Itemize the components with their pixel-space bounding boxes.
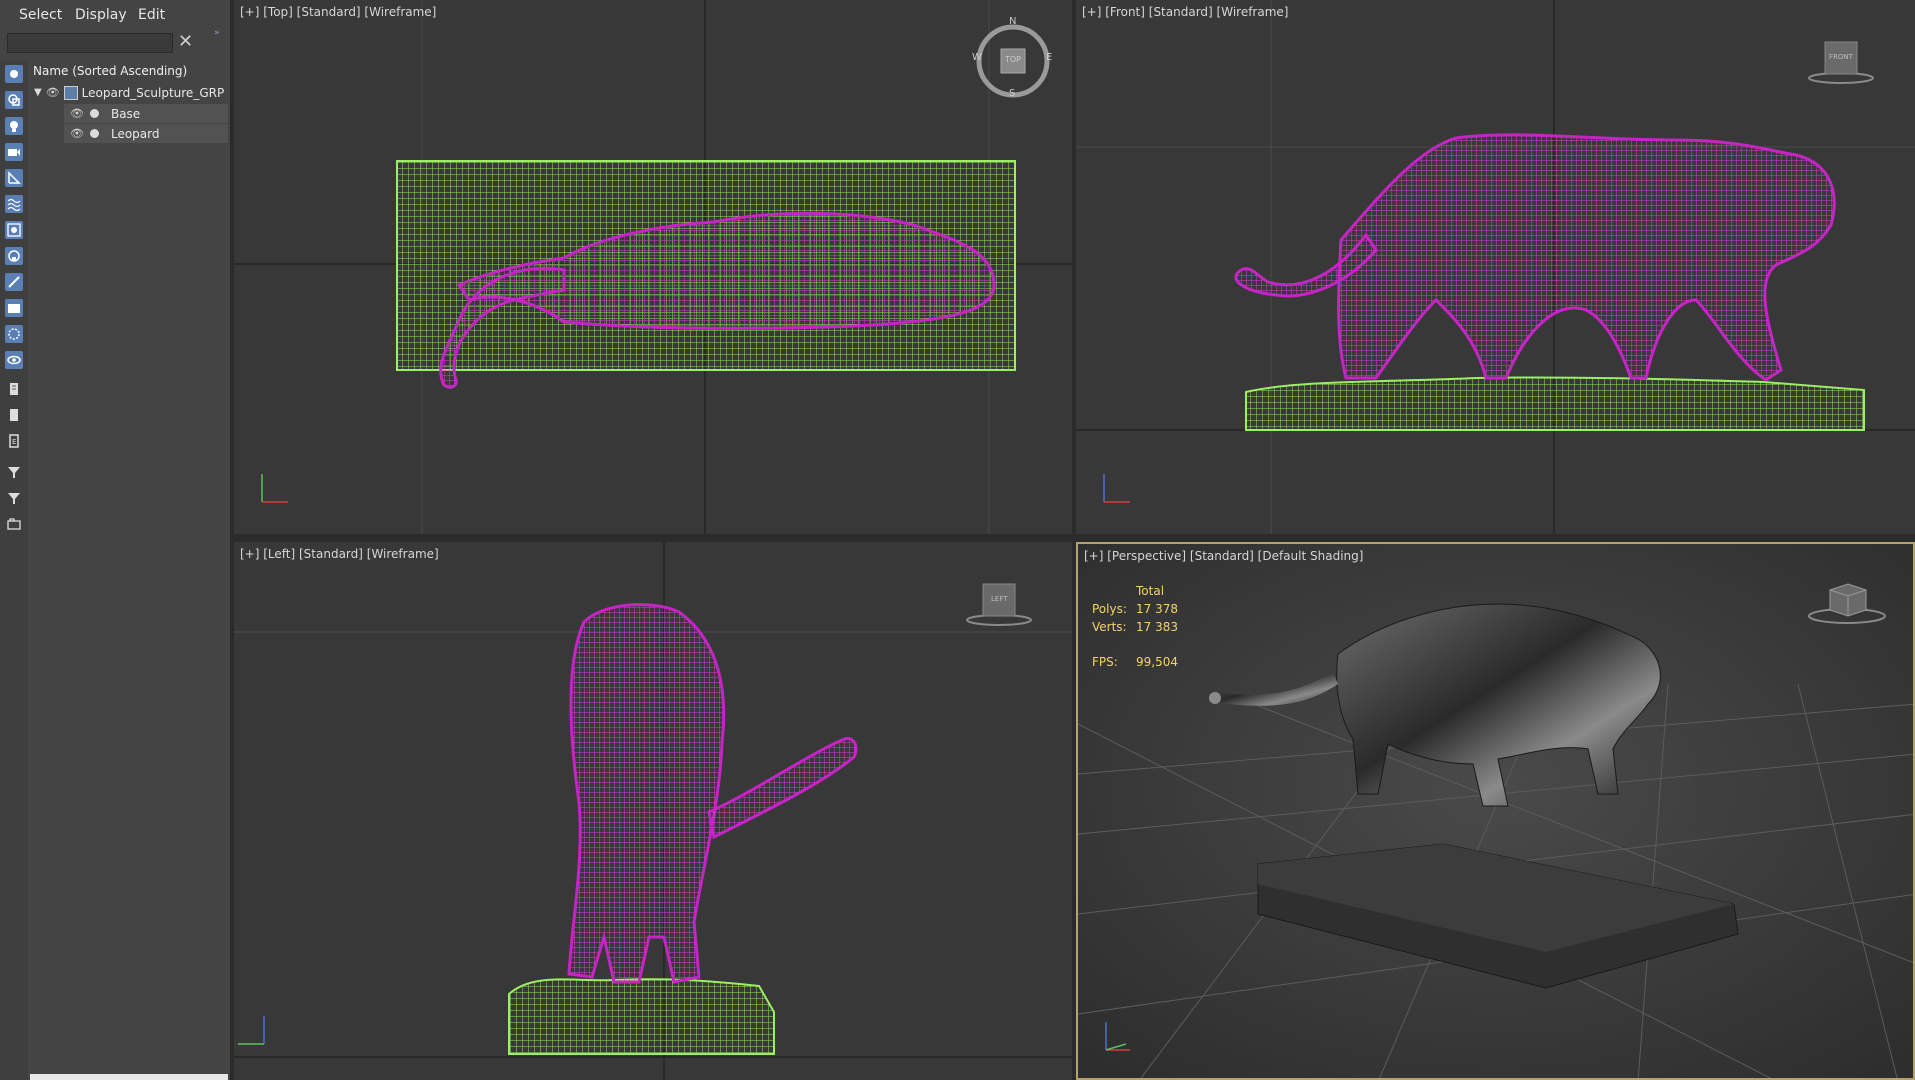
viewcube-face-label: LEFT xyxy=(991,595,1008,603)
statistics-overlay: Total Polys: 17 378 Verts: 17 383 FPS: 9… xyxy=(1092,584,1212,674)
display-shapes-icon[interactable] xyxy=(5,91,23,109)
tree-row-base[interactable]: 👁 Base xyxy=(64,104,228,123)
display-all-icon[interactable] xyxy=(5,380,23,398)
leopard-wireframe-front xyxy=(1234,133,1836,382)
axis-gizmo-icon xyxy=(238,1016,265,1045)
viewport-front[interactable]: [+] [Front] [Standard] [Wireframe] FRONT xyxy=(1076,0,1915,534)
display-spacewarps-icon[interactable] xyxy=(5,195,23,213)
display-bones-icon[interactable] xyxy=(5,273,23,291)
scene-tree xyxy=(30,62,228,1076)
menu-display[interactable]: Display xyxy=(75,7,127,23)
explorer-menubar: Select Display Edit xyxy=(0,0,230,30)
display-xrefs-icon[interactable] xyxy=(5,247,23,265)
tree-row-group[interactable]: ▼ 👁 Leopard_Sculpture_GRP xyxy=(34,83,228,102)
viewcube-face-label: TOP xyxy=(1005,55,1022,64)
display-groups-icon[interactable] xyxy=(5,221,23,239)
visibility-eye-icon[interactable]: 👁 xyxy=(46,86,60,99)
stats-verts-value: 17 383 xyxy=(1136,620,1178,634)
display-containers-icon[interactable] xyxy=(5,299,23,317)
filter-icon[interactable] xyxy=(5,463,23,481)
stats-verts-label: Verts: xyxy=(1092,620,1127,634)
stats-polys-label: Polys: xyxy=(1092,602,1127,616)
viewport-label-front[interactable]: [+] [Front] [Standard] [Wireframe] xyxy=(1082,5,1288,19)
viewcube-left[interactable]: LEFT xyxy=(964,580,1034,630)
display-visible-icon[interactable] xyxy=(5,351,23,369)
display-particles-icon[interactable] xyxy=(5,325,23,343)
tree-row-leopard[interactable]: 👁 Leopard xyxy=(64,124,228,143)
base-wireframe xyxy=(508,978,775,1055)
tree-row-label: Leopard xyxy=(110,126,160,141)
object-dot-icon xyxy=(89,129,99,138)
display-cameras-icon[interactable] xyxy=(5,143,23,161)
display-invert-icon[interactable]: E xyxy=(5,432,23,450)
viewcube-perspective[interactable] xyxy=(1806,580,1888,626)
stats-total-label: Total xyxy=(1136,584,1165,598)
base-wireframe xyxy=(1245,376,1865,431)
viewport-left[interactable]: [+] [Left] [Standard] [Wireframe] LEFT xyxy=(234,542,1072,1080)
viewport-label-top[interactable]: [+] [Top] [Standard] [Wireframe] xyxy=(240,5,436,19)
viewcube-face-label: FRONT xyxy=(1829,53,1853,61)
tree-row-label: Base xyxy=(110,106,141,121)
viewport-top[interactable]: [+] [Top] [Standard] [Wireframe] TOP N S… xyxy=(234,0,1072,534)
compass-north: N xyxy=(1009,16,1017,27)
compass-south: S xyxy=(1009,88,1016,99)
viewcube-front[interactable]: FRONT xyxy=(1806,38,1876,88)
axis-gizmo-icon xyxy=(1103,474,1130,503)
display-helpers-icon[interactable] xyxy=(5,169,23,187)
stats-fps-label: FPS: xyxy=(1092,655,1118,669)
display-lights-icon[interactable] xyxy=(5,117,23,135)
display-none-icon[interactable] xyxy=(5,406,23,424)
axis-gizmo-icon xyxy=(261,474,288,503)
tree-row-label: Leopard_Sculpture_GRP xyxy=(81,85,225,100)
pin-icon[interactable]: » xyxy=(214,28,220,38)
svg-text:E: E xyxy=(12,438,16,446)
clear-search-icon[interactable]: ✕ xyxy=(178,31,193,52)
filter-selected-icon[interactable] xyxy=(5,489,23,507)
viewport-label-perspective[interactable]: [+] [Perspective] [Standard] [Default Sh… xyxy=(1084,549,1363,563)
search-input[interactable] xyxy=(7,33,173,53)
leopard-wireframe-left xyxy=(567,603,858,984)
column-header-name[interactable]: Name (Sorted Ascending) xyxy=(33,64,187,78)
display-geometry-icon[interactable] xyxy=(5,65,23,83)
object-dot-icon xyxy=(89,109,99,118)
scene-explorer-panel: Select Display Edit ✕ » E Name (Sorted A… xyxy=(0,0,232,1080)
explorer-filter-toolbar: E xyxy=(0,62,28,1080)
layer-explorer-icon[interactable] xyxy=(5,515,23,533)
menu-edit[interactable]: Edit xyxy=(138,7,165,23)
left-viewport-canvas xyxy=(234,542,1072,1080)
viewcube-top[interactable]: TOP N S E W xyxy=(972,16,1053,100)
viewport-perspective[interactable]: [+] [Perspective] [Standard] [Default Sh… xyxy=(1076,542,1915,1080)
compass-west: W xyxy=(972,52,982,63)
horizontal-scrollbar[interactable] xyxy=(30,1074,228,1080)
visibility-eye-icon[interactable]: 👁 xyxy=(70,107,84,120)
stats-fps-value: 99,504 xyxy=(1136,655,1178,669)
stats-polys-value: 17 378 xyxy=(1136,602,1178,616)
group-icon xyxy=(63,85,78,100)
top-viewport-canvas xyxy=(234,0,1072,534)
axis-gizmo-icon xyxy=(1105,1022,1130,1051)
visibility-eye-icon[interactable]: 👁 xyxy=(70,127,84,140)
compass-east: E xyxy=(1046,52,1053,63)
expand-arrow-icon[interactable]: ▼ xyxy=(34,87,42,98)
front-viewport-canvas xyxy=(1076,0,1915,534)
menu-select[interactable]: Select xyxy=(19,7,62,23)
viewport-label-left[interactable]: [+] [Left] [Standard] [Wireframe] xyxy=(240,547,439,561)
